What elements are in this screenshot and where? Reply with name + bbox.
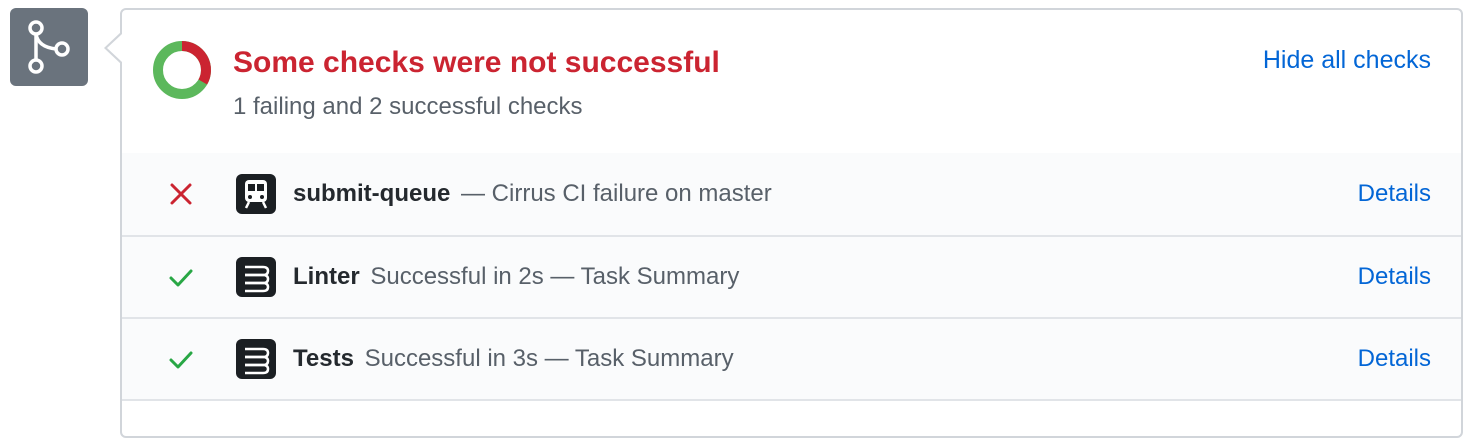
check-row-tests: Tests Successful in 3s — Task Summary De…: [122, 319, 1461, 401]
check-description: — Cirrus CI failure on master: [461, 180, 772, 207]
check-description: Successful in 2s — Task Summary: [370, 263, 740, 290]
panel-caret-inner: [107, 34, 122, 62]
check-name: Linter: [293, 263, 360, 290]
checks-donut-chart: [153, 41, 211, 99]
check-row-submit-queue: submit-queue — Cirrus CI failure on mast…: [122, 153, 1461, 237]
cirrus-ci-icon: [236, 339, 276, 379]
details-link[interactable]: Details: [1358, 345, 1431, 373]
check-icon: [169, 269, 193, 287]
summary-title: Some checks were not successful: [233, 46, 720, 79]
check-text: Linter Successful in 2s — Task Summary: [293, 263, 739, 291]
check-row-linter: Linter Successful in 2s — Task Summary D…: [122, 237, 1461, 319]
check-text: submit-queue — Cirrus CI failure on mast…: [293, 180, 772, 208]
checks-list: submit-queue — Cirrus CI failure on mast…: [122, 153, 1461, 401]
git-merge-icon: [10, 8, 88, 86]
x-icon: [170, 183, 192, 205]
summary-subtitle: 1 failing and 2 successful checks: [233, 93, 583, 120]
check-text: Tests Successful in 3s — Task Summary: [293, 345, 734, 373]
check-icon: [169, 351, 193, 369]
checks-panel: Some checks were not successful 1 failin…: [120, 8, 1463, 438]
check-name: Tests: [293, 345, 354, 372]
hide-all-checks-link[interactable]: Hide all checks: [1263, 46, 1431, 75]
donut-failing-segment: [181, 41, 211, 85]
cirrus-ci-icon: [236, 257, 276, 297]
check-description: Successful in 3s — Task Summary: [364, 345, 734, 372]
check-name: submit-queue: [293, 180, 451, 207]
details-link[interactable]: Details: [1358, 180, 1431, 208]
details-link[interactable]: Details: [1358, 263, 1431, 291]
checks-summary: Some checks were not successful 1 failin…: [122, 10, 1461, 155]
train-icon: [236, 174, 276, 214]
